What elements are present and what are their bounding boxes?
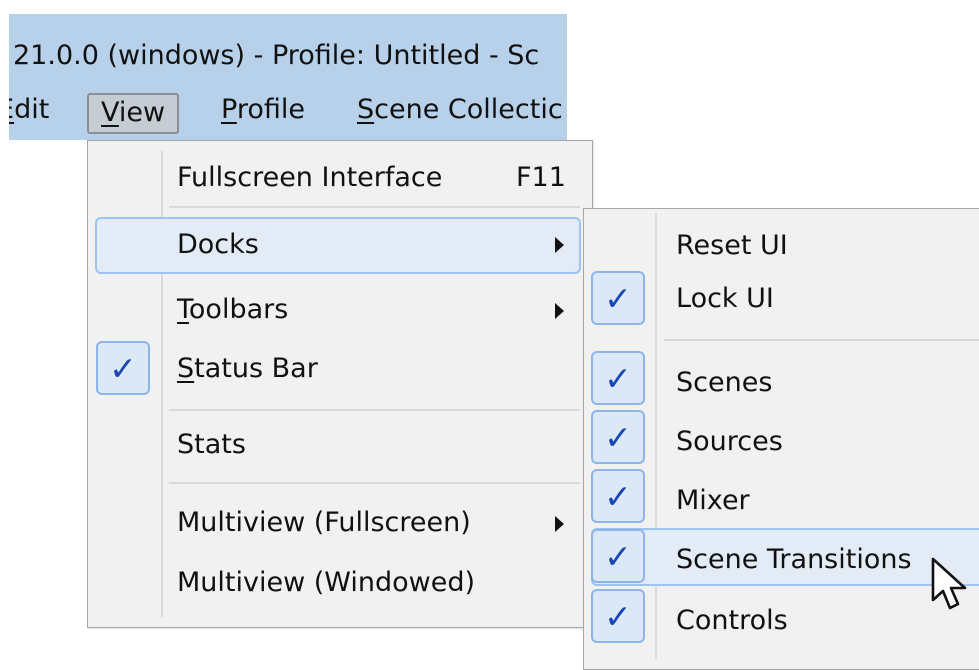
menu-view[interactable]: View xyxy=(87,93,180,134)
menu-item-mnemonic: T xyxy=(177,294,189,325)
menu-mnemonic: S xyxy=(357,94,375,125)
menu-item-label: Controls xyxy=(676,605,788,636)
menu-separator xyxy=(664,339,979,341)
menu-item-docks[interactable]: Docks xyxy=(88,217,592,273)
title-bar: 21.0.0 (windows) - Profile: Untitled - S… xyxy=(9,14,567,84)
checkmark-icon: ✓ xyxy=(604,477,632,516)
menu-item-label: Scenes xyxy=(676,367,773,398)
menu-scene-collection[interactable]: Scene Collectic xyxy=(357,94,563,125)
menu-item-scene-transitions[interactable]: ✓ Scene Transitions xyxy=(584,529,979,585)
menu-item-lock-ui[interactable]: ✓ Lock UI xyxy=(584,271,979,327)
submenu-arrow-icon xyxy=(555,303,564,319)
mouse-pointer-icon xyxy=(931,557,967,610)
menu-item-stats[interactable]: Stats xyxy=(88,417,592,473)
menu-scene-collection-label: Scene Collectic xyxy=(357,94,563,125)
menu-item-label: Multiview (Windowed) xyxy=(177,567,476,598)
checkbox-checked[interactable]: ✓ xyxy=(591,469,645,523)
submenu-arrow-icon xyxy=(555,516,564,532)
menu-item-scenes[interactable]: ✓ Scenes xyxy=(584,351,979,407)
menu-item-label: Status Bar xyxy=(177,353,318,384)
checkbox-checked[interactable]: ✓ xyxy=(591,529,645,583)
menu-view-label: View xyxy=(101,97,166,128)
checkmark-icon: ✓ xyxy=(604,279,632,318)
menu-profile[interactable]: Profile xyxy=(221,94,305,125)
menu-mnemonic: E xyxy=(9,94,14,125)
checkbox-checked[interactable]: ✓ xyxy=(591,351,645,405)
view-menu: Fullscreen Interface F11 Docks Toolbars … xyxy=(87,140,593,628)
menu-item-mnemonic: S xyxy=(177,353,195,384)
menu-item-mixer[interactable]: ✓ Mixer xyxy=(584,469,979,525)
checkmark-icon: ✓ xyxy=(604,418,632,457)
menu-edit[interactable]: Edit xyxy=(9,94,49,125)
menu-separator xyxy=(169,206,580,208)
menu-edit-label: Edit xyxy=(9,94,49,125)
menu-item-label: Scene Transitions xyxy=(676,544,912,575)
menu-item-multiview-fullscreen[interactable]: Multiview (Fullscreen) xyxy=(88,495,592,551)
menu-item-label: Docks xyxy=(177,229,259,260)
menu-bar: Edit View Profile Scene Collectic xyxy=(9,84,567,140)
menu-separator xyxy=(169,409,580,411)
checkmark-icon: ✓ xyxy=(604,597,632,636)
menu-item-label: Lock UI xyxy=(676,283,774,314)
menu-item-label: Multiview (Fullscreen) xyxy=(177,507,471,538)
menu-item-label: Sources xyxy=(676,426,783,457)
menu-mnemonic: P xyxy=(221,94,237,125)
docks-submenu: Reset UI ✓ Lock UI ✓ Scenes ✓ Sources ✓ … xyxy=(583,208,979,670)
menu-item-label: Reset UI xyxy=(676,230,788,261)
menu-item-toolbars[interactable]: Toolbars xyxy=(88,282,592,338)
checkmark-icon: ✓ xyxy=(109,349,137,388)
checkmark-icon: ✓ xyxy=(604,537,632,576)
menu-item-reset-ui[interactable]: Reset UI xyxy=(584,219,979,275)
menu-profile-label: Profile xyxy=(221,94,305,125)
menu-item-label: Toolbars xyxy=(177,294,289,325)
menu-item-multiview-windowed[interactable]: Multiview (Windowed) xyxy=(88,555,592,611)
menu-mnemonic: V xyxy=(101,97,119,128)
menu-item-sources[interactable]: ✓ Sources xyxy=(584,410,979,466)
menu-item-label: Stats xyxy=(177,429,246,460)
checkbox-checked[interactable]: ✓ xyxy=(591,589,645,643)
checkbox-checked[interactable]: ✓ xyxy=(591,271,645,325)
menu-item-label: Fullscreen Interface xyxy=(177,162,443,193)
checkbox-checked[interactable]: ✓ xyxy=(591,410,645,464)
checkbox-checked[interactable]: ✓ xyxy=(96,341,150,395)
menu-item-shortcut: F11 xyxy=(516,162,566,193)
window-title: 21.0.0 (windows) - Profile: Untitled - S… xyxy=(13,40,540,71)
menu-item-fullscreen-interface[interactable]: Fullscreen Interface F11 xyxy=(88,151,592,207)
checkmark-icon: ✓ xyxy=(604,359,632,398)
submenu-arrow-icon xyxy=(555,237,564,253)
menu-item-label: Mixer xyxy=(676,485,750,516)
menu-item-controls[interactable]: ✓ Controls xyxy=(584,589,979,645)
menu-item-status-bar[interactable]: ✓ Status Bar xyxy=(88,341,592,397)
menu-separator xyxy=(169,482,580,484)
